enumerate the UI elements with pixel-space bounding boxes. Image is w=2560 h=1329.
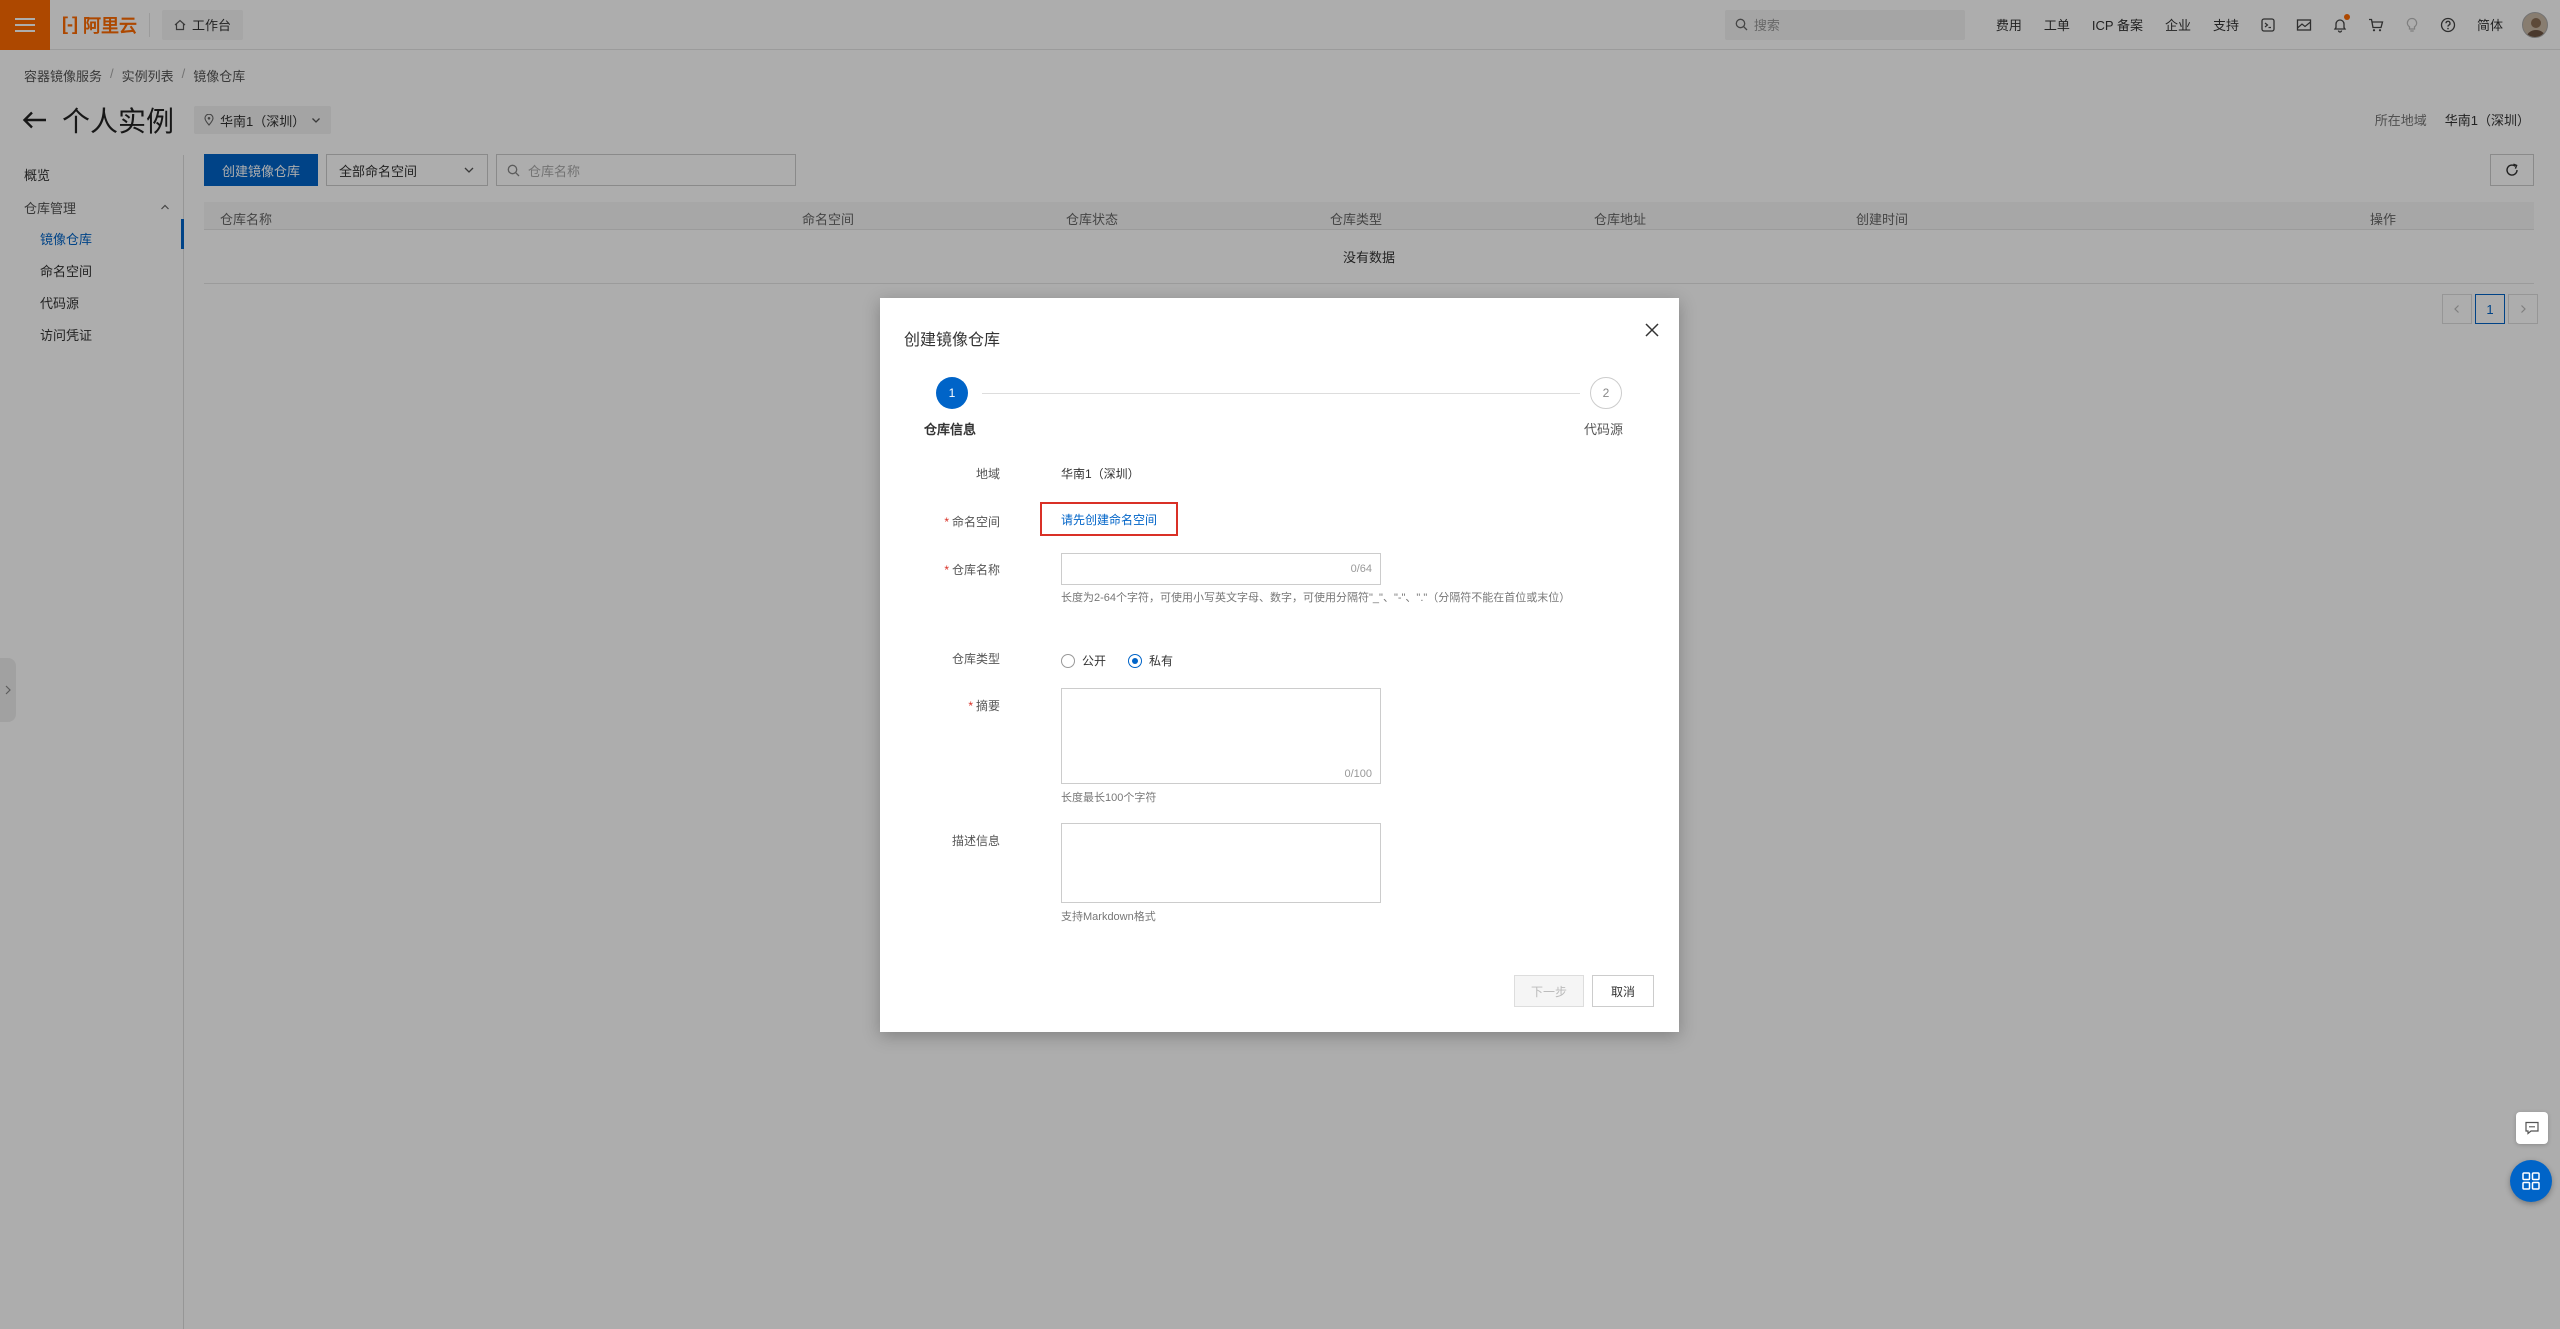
cancel-button[interactable]: 取消 <box>1592 975 1654 1007</box>
step-2-label: 代码源 <box>1584 422 1624 437</box>
required-asterisk: * <box>968 699 973 713</box>
description-field-label: 描述信息 <box>951 834 1000 848</box>
description-textarea[interactable] <box>1061 823 1381 903</box>
repo-type-field-label: 仓库类型 <box>951 652 1000 666</box>
namespace-field-label: * 命名空间 <box>880 513 1000 530</box>
chat-icon <box>2525 1121 2539 1135</box>
apps-grid-icon <box>2522 1172 2540 1190</box>
create-namespace-link[interactable]: 请先创建命名空间 <box>1040 502 1178 536</box>
summary-field-label-text: 摘要 <box>975 699 1000 713</box>
dialog-title: 创建镜像仓库 <box>904 332 1001 349</box>
summary-textarea[interactable]: 0/100 <box>1061 688 1381 784</box>
feedback-chat-button[interactable] <box>2516 1112 2548 1144</box>
summary-help-text: 长度最长100个字符 <box>1061 792 1157 804</box>
repo-name-field-label: * 仓库名称 <box>880 561 1000 578</box>
description-help-text: 支持Markdown格式 <box>1061 911 1156 923</box>
repo-name-input[interactable]: 0/64 <box>1061 553 1381 585</box>
repo-name-help-text: 长度为2-64个字符，可使用小写英文字母、数字，可使用分隔符"_"、"-"、".… <box>1061 592 1571 604</box>
repo-type-radio-group: 公开 私有 <box>1061 652 1173 669</box>
region-field-value: 华南1（深圳） <box>1061 467 1140 481</box>
repo-type-public-radio[interactable]: 公开 <box>1061 652 1106 669</box>
close-icon <box>1645 323 1659 337</box>
create-repository-dialog: 创建镜像仓库 1 2 仓库信息 代码源 地域 华南1（深圳） * 命名空间 请先创… <box>880 298 1679 1032</box>
summary-field-label: * 摘要 <box>880 697 1000 714</box>
radio-circle-selected <box>1128 653 1143 668</box>
step-1-indicator: 1 <box>936 377 968 409</box>
summary-char-counter: 0/100 <box>1344 768 1372 780</box>
step-2-indicator: 2 <box>1590 377 1622 409</box>
dialog-close-button[interactable] <box>1638 316 1666 344</box>
required-asterisk: * <box>944 563 949 577</box>
repo-type-public-label: 公开 <box>1082 654 1107 668</box>
step-progress-line <box>982 393 1580 394</box>
repo-type-private-radio[interactable]: 私有 <box>1128 652 1173 669</box>
required-asterisk: * <box>944 515 949 529</box>
next-step-button[interactable]: 下一步 <box>1514 975 1584 1007</box>
region-field-label: 地域 <box>975 467 1000 481</box>
repo-name-char-counter: 0/64 <box>1350 563 1372 575</box>
namespace-field-label-text: 命名空间 <box>951 515 1000 529</box>
step-1-label: 仓库信息 <box>924 422 977 437</box>
app-launcher-button[interactable] <box>2510 1160 2552 1202</box>
repo-type-private-label: 私有 <box>1149 654 1174 668</box>
repo-name-field-label-text: 仓库名称 <box>951 563 1000 577</box>
radio-circle <box>1061 653 1075 668</box>
